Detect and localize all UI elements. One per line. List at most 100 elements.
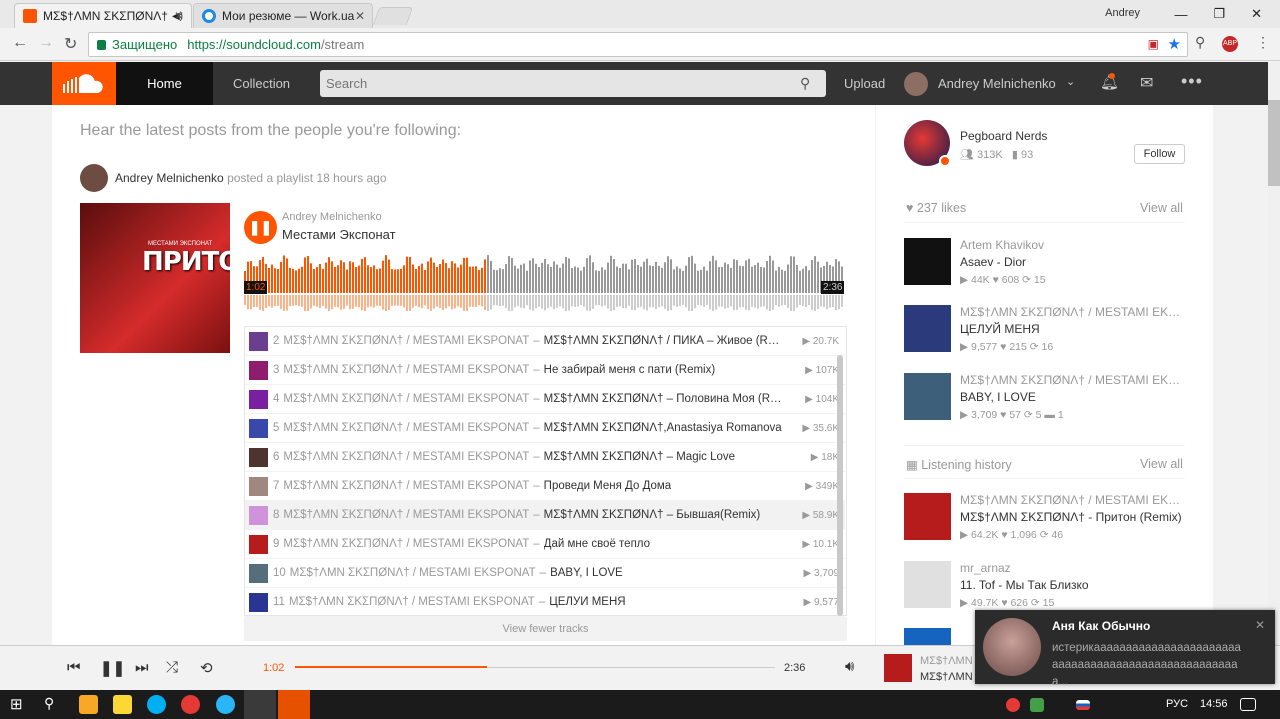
sidebar-track-title[interactable]: ЦЕЛУЙ МЕНЯ: [960, 322, 1185, 336]
sidebar-track-user[interactable]: Artem Khavikov: [960, 238, 1185, 252]
playlist-artwork[interactable]: МЕСТАМИ ЭКСПОНАТ ПРИТОН: [80, 203, 230, 353]
track-title[interactable]: ΜΣ$†ΛΜΝ ΣΚΣΠØΝΛ† – Magic Love: [544, 451, 735, 463]
sidebar-track-user[interactable]: mr_arnaz: [960, 561, 1185, 575]
poster-name[interactable]: Andrey Melnichenko: [115, 171, 224, 185]
sidebar-track-user[interactable]: ΜΣ$†ΛΜΝ ΣΚΣΠØΝΛ† / MESTAMI EKSPONAT: [960, 373, 1185, 387]
chrome-active-icon[interactable]: [244, 690, 276, 719]
back-icon[interactable]: ←: [12, 34, 28, 52]
track-artist[interactable]: ΜΣ$†ΛΜΝ ΣΚΣΠØΝΛ† / MESTAMI EKSPONAT: [290, 567, 536, 579]
close-icon[interactable]: ✕: [1255, 618, 1265, 632]
skype-icon[interactable]: [147, 695, 166, 714]
track-title[interactable]: ΜΣ$†ΛΜΝ ΣΚΣΠØΝΛ† – Бывшая(Remix): [544, 509, 761, 521]
track-artist[interactable]: ΜΣ$†ΛΜΝ ΣΚΣΠØΝΛ† / MESTAMI EKSPONAT: [283, 480, 529, 492]
nav-home[interactable]: Home: [116, 62, 213, 105]
track-title[interactable]: Дай мне своё тепло: [544, 538, 650, 550]
chrome-icon[interactable]: [181, 695, 200, 714]
track-row[interactable]: 4 ΜΣ$†ΛΜΝ ΣΚΣΠØΝΛ† / MESTAMI EKSPONAT – ΜΣ$…: [245, 385, 845, 414]
track-title[interactable]: ЦЕЛУЙ МЕНЯ: [549, 596, 625, 608]
flag-icon[interactable]: [1076, 700, 1090, 710]
shuffle-icon[interactable]: ⤮: [166, 659, 178, 676]
track-artist[interactable]: ΜΣ$†ΛΜΝ ΣΚΣΠØΝΛ† / MESTAMI EKSPONAT: [283, 393, 529, 405]
reload-icon[interactable]: ↻: [64, 34, 77, 54]
pause-button[interactable]: ❚❚: [244, 211, 277, 244]
track-artist[interactable]: ΜΣ$†ΛΜΝ ΣΚΣΠØΝΛ† / MESTAMI EKSPONAT: [283, 451, 529, 463]
track-row[interactable]: 11 ΜΣ$†ΛΜΝ ΣΚΣΠØΝΛ† / MESTAMI EKSPONAT – ЦЕ…: [245, 588, 845, 617]
view-fewer-tracks-button[interactable]: View fewer tracks: [244, 617, 847, 641]
suggested-artist-name[interactable]: Pegboard Nerds: [960, 129, 1047, 143]
track-title[interactable]: ΜΣ$†ΛΜΝ ΣΚΣΠØΝΛ† / ПИКА – Живое (Remix): [544, 335, 784, 347]
sidebar-track-thumbnail[interactable]: [904, 238, 951, 285]
repeat-icon[interactable]: ⟲: [200, 659, 213, 677]
pause-icon[interactable]: ❚❚: [100, 659, 125, 677]
sidebar-track-title[interactable]: ΜΣ$†ΛΜΝ ΣΚΣΠØΝΛ† - Притон (Remix): [960, 510, 1185, 524]
poster-avatar[interactable]: [80, 164, 108, 192]
now-playing-artist[interactable]: ΜΣ$†ΛΜΝ: [920, 655, 973, 667]
track-artist[interactable]: ΜΣ$†ΛΜΝ ΣΚΣΠØΝΛ† / MESTAMI EKSPONAT: [283, 509, 529, 521]
search-input[interactable]: [320, 70, 826, 97]
more-options-icon[interactable]: •••: [1181, 71, 1203, 92]
close-tab-icon[interactable]: ✕: [355, 9, 365, 23]
track-row[interactable]: 9 ΜΣ$†ΛΜΝ ΣΚΣΠØΝΛ† / MESTAMI EKSPONAT – Дай…: [245, 530, 845, 559]
search-icon[interactable]: ⚲: [44, 695, 63, 714]
language-indicator[interactable]: РУС: [1166, 698, 1188, 710]
user-menu[interactable]: Andrey Melnichenko: [938, 76, 1056, 91]
sidebar-track-thumbnail[interactable]: [904, 493, 951, 540]
track-title[interactable]: ΜΣ$†ΛΜΝ ΣΚΣΠØΝΛ†,Anastasiya Romanova: [544, 422, 782, 434]
action-center-icon[interactable]: [1240, 698, 1256, 711]
sidebar-track-title[interactable]: BABY, I LOVE: [960, 390, 1185, 404]
adblock-icon[interactable]: ABP: [1222, 36, 1238, 52]
likes-header[interactable]: ♥ 237 likes: [906, 201, 966, 215]
message-toast[interactable]: Аня Как Обычно истерикаааааааааааааааааа…: [975, 610, 1275, 688]
sidebar-track-user[interactable]: ΜΣ$†ΛΜΝ ΣΚΣΠØΝΛ† / MESTAMI EKSPONAT: [960, 305, 1185, 319]
track-artist[interactable]: ΜΣ$†ΛΜΝ ΣΚΣΠØΝΛ† / MESTAMI EKSPONAT: [289, 596, 535, 608]
track-row[interactable]: 5 ΜΣ$†ΛΜΝ ΣΚΣΠØΝΛ† / MESTAMI EKSPONAT – ΜΣ$…: [245, 414, 845, 443]
user-avatar[interactable]: [904, 72, 928, 96]
cast-icon[interactable]: ▣: [1148, 37, 1159, 51]
track-title[interactable]: Проведи Меня До Дома: [544, 480, 672, 492]
sidebar-track-thumbnail[interactable]: [904, 305, 951, 352]
previous-icon[interactable]: ⏮︎: [67, 659, 81, 676]
minimize-icon[interactable]: —: [1174, 7, 1187, 22]
tracklist-scrollbar[interactable]: [837, 355, 843, 616]
close-window-icon[interactable]: ✕: [1251, 6, 1262, 22]
upload-link[interactable]: Upload: [844, 76, 885, 91]
history-header[interactable]: ▦ Listening history: [906, 457, 1012, 472]
explorer-icon[interactable]: [79, 695, 98, 714]
extension-icon[interactable]: ⚲: [1195, 34, 1205, 51]
tray-icon[interactable]: [1006, 698, 1020, 712]
waveform[interactable]: [244, 255, 847, 311]
track-row[interactable]: 8 ΜΣ$†ΛΜΝ ΣΚΣΠØΝΛ† / MESTAMI EKSPONAT – ΜΣ$…: [245, 501, 845, 530]
clock[interactable]: 14:56: [1200, 698, 1228, 710]
bookmark-star-icon[interactable]: ★: [1168, 35, 1181, 53]
likes-view-all[interactable]: View all: [1140, 201, 1183, 215]
new-tab-button[interactable]: [372, 7, 414, 25]
forward-icon[interactable]: →: [38, 34, 54, 52]
notepad-icon[interactable]: [113, 695, 132, 714]
omnibox[interactable]: Защищено https://soundcloud.com/stream ▣…: [88, 32, 1188, 57]
track-row[interactable]: 2 ΜΣ$†ΛΜΝ ΣΚΣΠØΝΛ† / MESTAMI EKSPONAT – ΜΣ$…: [245, 327, 845, 356]
volume-icon[interactable]: 🔊︎: [845, 658, 854, 675]
now-playing-title[interactable]: ΜΣ$†ΛΜΝ: [920, 671, 973, 683]
close-tab-icon[interactable]: ✕: [174, 9, 184, 23]
telegram-icon[interactable]: [216, 695, 235, 714]
playlist-user[interactable]: Andrey Melnichenko: [282, 211, 382, 223]
sidebar-track-thumbnail[interactable]: [904, 561, 951, 608]
track-row[interactable]: 6 ΜΣ$†ΛΜΝ ΣΚΣΠØΝΛ† / MESTAMI EKSPONAT – ΜΣ$…: [245, 443, 845, 472]
nav-collection[interactable]: Collection: [213, 62, 310, 105]
tray-icon[interactable]: [1030, 698, 1044, 712]
page-scrollbar-thumb[interactable]: [1268, 100, 1280, 186]
track-artist[interactable]: ΜΣ$†ΛΜΝ ΣΚΣΠØΝΛ† / MESTAMI EKSPONAT: [283, 422, 529, 434]
track-artist[interactable]: ΜΣ$†ΛΜΝ ΣΚΣΠØΝΛ† / MESTAMI EKSPONAT: [283, 364, 529, 376]
player-progress-fill[interactable]: [295, 666, 487, 668]
track-title[interactable]: ΜΣ$†ΛΜΝ ΣΚΣΠØΝΛ† – Половина Моя (Remix): [544, 393, 784, 405]
history-thumb-partial[interactable]: [904, 628, 951, 645]
track-row[interactable]: 7 ΜΣ$†ΛΜΝ ΣΚΣΠØΝΛ† / MESTAMI EKSPONAT – Про…: [245, 472, 845, 501]
track-artist[interactable]: ΜΣ$†ΛΜΝ ΣΚΣΠØΝΛ† / MESTAMI EKSPONAT: [283, 335, 529, 347]
soundcloud-logo[interactable]: [52, 62, 116, 105]
now-playing-artwork[interactable]: [884, 654, 912, 682]
sidebar-track-thumbnail[interactable]: [904, 373, 951, 420]
windows-start-icon[interactable]: ⊞: [10, 695, 29, 714]
tab-soundcloud[interactable]: ΜΣ$†ΛΜΝ ΣΚΣΠØΝΛ† ◀) ✕: [14, 3, 192, 28]
sidebar-track-title[interactable]: 11. Tof - Мы Так Близко: [960, 578, 1185, 592]
menu-icon[interactable]: ⋮: [1256, 34, 1270, 51]
